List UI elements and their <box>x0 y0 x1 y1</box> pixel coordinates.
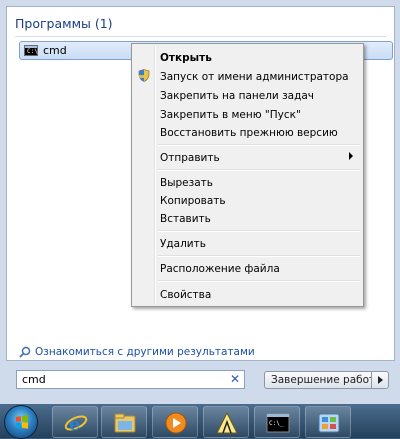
submenu-arrow-icon <box>349 152 353 160</box>
menu-item-properties[interactable]: Свойства <box>160 289 211 301</box>
menu-separator <box>158 230 360 232</box>
menu-separator <box>158 144 360 146</box>
menu-item-restore-version[interactable]: Восстановить прежнюю версию <box>160 127 338 139</box>
context-menu: Открыть Запуск от имени администратора З… <box>131 43 364 307</box>
chevron-right-icon <box>378 376 383 384</box>
taskbar-internet-explorer[interactable]: e <box>52 406 98 438</box>
command-prompt-icon: C:\_ <box>266 413 290 433</box>
menu-item-copy[interactable]: Копировать <box>160 195 226 207</box>
menu-item-send-to[interactable]: Отправить <box>160 152 220 164</box>
menu-item-cut[interactable]: Вырезать <box>160 177 213 189</box>
menu-item-pin-taskbar[interactable]: Закрепить на панели задач <box>160 90 314 102</box>
control-panel-icon <box>318 413 340 433</box>
taskbar-command-prompt[interactable]: C:\_ <box>254 406 300 438</box>
shutdown-label: Завершение работы <box>271 374 384 386</box>
shutdown-button[interactable]: Завершение работы <box>264 371 383 389</box>
media-player-icon <box>165 412 187 434</box>
menu-item-file-location[interactable]: Расположение файла <box>160 263 280 275</box>
menu-item-open[interactable]: Открыть <box>160 52 212 64</box>
section-divider <box>15 36 386 37</box>
programs-section-title: Программы (1) <box>15 16 113 31</box>
uac-shield-icon <box>138 69 150 82</box>
menu-separator <box>158 169 360 171</box>
svg-text:C:\_: C:\_ <box>269 420 284 427</box>
menu-item-run-as-admin[interactable]: Запуск от имени администратора <box>160 71 349 83</box>
windows-logo-icon <box>16 415 28 429</box>
menu-separator <box>158 255 360 257</box>
taskbar-media-player[interactable] <box>152 406 198 438</box>
result-item-label: cmd <box>43 44 67 57</box>
clear-icon[interactable]: ✕ <box>230 372 240 386</box>
taskbar-paint[interactable] <box>203 406 249 438</box>
search-input[interactable]: cmd ✕ <box>16 370 245 389</box>
command-prompt-icon: C:\ <box>24 45 38 56</box>
menu-separator <box>158 280 360 282</box>
menu-item-delete[interactable]: Удалить <box>160 238 206 250</box>
taskbar-control-panel[interactable] <box>305 406 351 438</box>
menu-item-paste[interactable]: Вставить <box>160 213 211 225</box>
svg-text:e: e <box>69 414 80 434</box>
more-results-link[interactable]: Ознакомиться с другими результатами <box>19 346 255 358</box>
file-explorer-icon <box>114 413 136 433</box>
taskbar-file-explorer[interactable] <box>101 406 147 438</box>
search-input-value: cmd <box>22 373 46 386</box>
shutdown-options-button[interactable] <box>371 371 389 389</box>
internet-explorer-icon: e <box>64 414 88 434</box>
paint-icon <box>216 412 238 434</box>
menu-item-pin-start[interactable]: Закрепить в меню "Пуск" <box>160 109 301 121</box>
search-icon <box>19 346 31 358</box>
more-results-label: Ознакомиться с другими результатами <box>35 346 255 358</box>
start-button[interactable] <box>4 405 38 439</box>
